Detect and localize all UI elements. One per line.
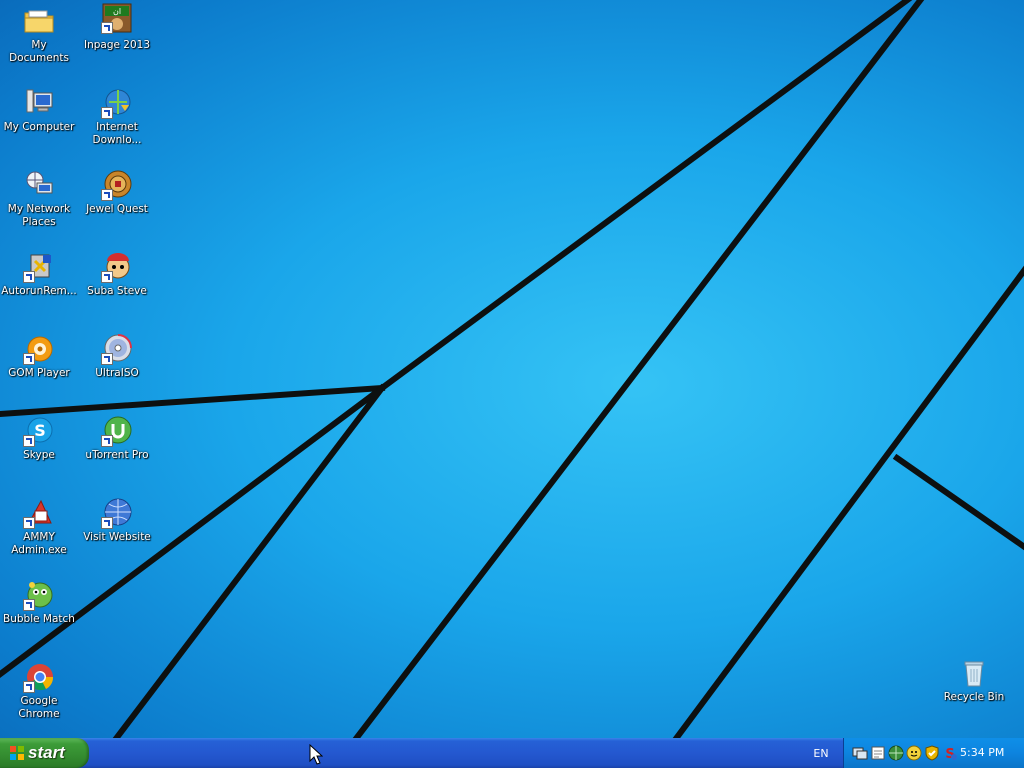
folder-icon xyxy=(23,5,55,37)
bubble-match-icon xyxy=(23,579,55,611)
svg-text:S: S xyxy=(34,421,46,440)
desktop-icon-skype[interactable]: S Skype xyxy=(0,415,78,462)
start-button[interactable]: start xyxy=(0,738,89,768)
mouse-cursor-icon xyxy=(309,744,323,765)
shortcut-arrow-icon xyxy=(101,435,113,447)
desktop[interactable]: My Documents My Computer My Network Plac… xyxy=(0,0,1024,738)
desktop-icon-label: My Documents xyxy=(9,39,69,64)
skype-icon: S xyxy=(23,415,55,447)
desktop-icon-jewel-quest[interactable]: Jewel Quest xyxy=(78,169,156,216)
shortcut-arrow-icon xyxy=(23,681,35,693)
desktop-icon-google-chrome[interactable]: Google Chrome xyxy=(0,661,78,721)
desktop-icon-utorrent-pro[interactable]: uTorrent Pro xyxy=(78,415,156,462)
autorun-remover-icon xyxy=(23,251,55,283)
desktop-icon-label: Suba Steve xyxy=(87,285,147,297)
gom-player-icon xyxy=(23,333,55,365)
desktop-icon-label: Recycle Bin xyxy=(943,691,1005,703)
computer-icon xyxy=(23,87,55,119)
desktop-icon-gom-player[interactable]: GOM Player xyxy=(0,333,78,380)
jewel-quest-icon xyxy=(101,169,133,201)
visit-website-icon xyxy=(101,497,133,529)
shortcut-arrow-icon xyxy=(23,517,35,529)
shortcut-arrow-icon xyxy=(101,22,113,34)
desktop-icon-label: Visit Website xyxy=(83,531,151,543)
desktop-icon-recycle-bin[interactable]: Recycle Bin xyxy=(935,657,1013,704)
shortcut-arrow-icon xyxy=(23,271,35,283)
desktop-icon-internet-download-manager[interactable]: Internet Downlo... xyxy=(78,87,156,147)
desktop-icon-label: Inpage 2013 xyxy=(83,39,151,51)
clock[interactable]: 5:34 PM xyxy=(960,738,1004,768)
windows-logo-icon xyxy=(10,746,24,760)
shortcut-arrow-icon xyxy=(101,189,113,201)
desktop-icon-my-documents[interactable]: My Documents xyxy=(0,5,78,65)
shortcut-arrow-icon xyxy=(101,271,113,283)
ammy-admin-icon xyxy=(23,497,55,529)
desktop-icon-my-computer[interactable]: My Computer xyxy=(0,87,78,134)
desktop-icon-label: Internet Downlo... xyxy=(92,121,142,146)
desktop-icon-label: UltraISO xyxy=(95,367,139,379)
desktop-icon-label: My Computer xyxy=(3,121,75,133)
inpage-icon: ان xyxy=(101,2,133,34)
shortcut-arrow-icon xyxy=(23,435,35,447)
notes-icon[interactable] xyxy=(870,745,886,761)
chrome-icon xyxy=(23,661,55,693)
desktop-icon-label: AMMY Admin.exe xyxy=(11,531,67,556)
globe-icon[interactable] xyxy=(888,745,904,761)
shortcut-arrow-icon xyxy=(23,599,35,611)
recycle-bin-icon xyxy=(958,657,990,689)
desktop-icon-visit-website[interactable]: Visit Website xyxy=(78,497,156,544)
desktop-icon-label: AutorunRem... xyxy=(1,285,77,297)
desktop-icon-label: Skype xyxy=(23,449,55,461)
desktop-icon-label: Google Chrome xyxy=(18,695,60,720)
desktop-icon-label: My Network Places xyxy=(7,203,71,228)
shield-icon[interactable] xyxy=(924,745,940,761)
language-indicator[interactable]: EN xyxy=(806,738,836,768)
shortcut-arrow-icon xyxy=(101,517,113,529)
desktop-icon-ultraiso[interactable]: UltraISO xyxy=(78,333,156,380)
desktop-icon-my-network-places[interactable]: My Network Places xyxy=(0,169,78,229)
messenger-icon[interactable] xyxy=(906,745,922,761)
desktop-icon-autorunremover[interactable]: AutorunRem... xyxy=(0,251,78,298)
desktop-icon-label: Jewel Quest xyxy=(86,203,148,215)
shortcut-arrow-icon xyxy=(101,353,113,365)
desktop-icon-label: uTorrent Pro xyxy=(85,449,149,461)
taskbar[interactable]: start EN S 5:34 PM xyxy=(0,738,1024,768)
svg-text:ان: ان xyxy=(113,7,121,16)
ultraiso-icon xyxy=(101,333,133,365)
desktop-icon-label: GOM Player xyxy=(8,367,70,379)
desktop-icon-ammy-admin[interactable]: AMMY Admin.exe xyxy=(0,497,78,557)
internet-download-manager-icon xyxy=(101,87,133,119)
shortcut-arrow-icon xyxy=(23,353,35,365)
desktop-icon-inpage-2013[interactable]: ان Inpage 2013 xyxy=(78,2,156,52)
desktop-icon-suba-steve[interactable]: Suba Steve xyxy=(78,251,156,298)
desktop-icon-label: Bubble Match xyxy=(3,613,75,625)
network-places-icon xyxy=(23,169,55,201)
network-icon[interactable] xyxy=(852,745,868,761)
shortcut-arrow-icon xyxy=(101,107,113,119)
utorrent-icon xyxy=(101,415,133,447)
system-tray: S 5:34 PM xyxy=(843,738,1024,768)
antivirus-icon[interactable]: S xyxy=(942,745,958,761)
desktop-icon-bubble-match[interactable]: Bubble Match xyxy=(0,579,78,626)
suba-steve-icon xyxy=(101,251,133,283)
start-label: start xyxy=(28,743,65,762)
